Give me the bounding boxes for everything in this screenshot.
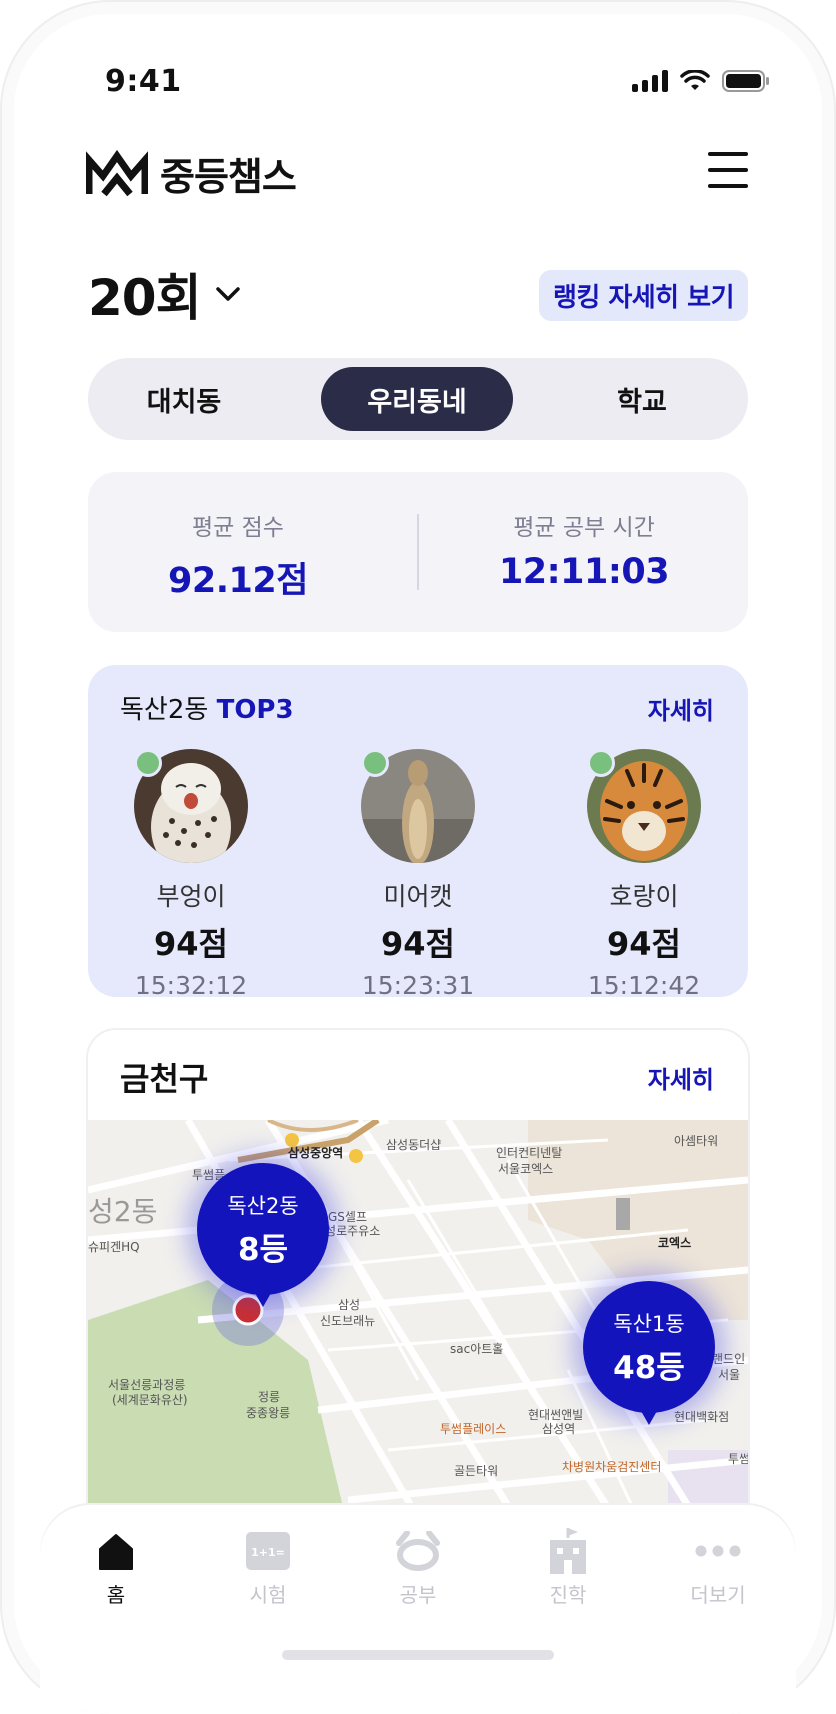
map-label: 코엑스 bbox=[658, 1236, 692, 1250]
ranker-3[interactable]: 호랑이 94점 15:12:42 bbox=[544, 749, 744, 1000]
map-label: 삼성동더샵 bbox=[386, 1138, 442, 1152]
district-pin-doksan1[interactable]: 독산1동 48등 bbox=[583, 1281, 715, 1425]
segment-daechi[interactable]: 대치동 bbox=[88, 367, 280, 431]
crown-icon bbox=[86, 149, 148, 196]
phone-screen: 9:41 중등챔스 20회 랭킹 자세히 보기 대치동 우리동네 학교 평균 점… bbox=[0, 0, 836, 1714]
avg-study-time: 평균 공부 시간 12:11:03 bbox=[434, 508, 734, 592]
map-label: 정릉 bbox=[258, 1390, 281, 1404]
map-label: 아셈타워 bbox=[674, 1134, 719, 1148]
ranker-name: 미어캣 bbox=[383, 882, 453, 911]
pin-rank: 8등 bbox=[237, 1231, 289, 1268]
district-more-link[interactable]: 자세히 bbox=[648, 1060, 714, 1095]
map-label: 중종왕릉 bbox=[246, 1406, 291, 1420]
home-icon bbox=[99, 1534, 133, 1570]
top3-more-link[interactable]: 자세히 bbox=[648, 691, 714, 726]
map-label: 성2동 bbox=[88, 1195, 158, 1228]
tab-label: 홈 bbox=[106, 1583, 126, 1607]
round-selector[interactable]: 20회 bbox=[88, 258, 241, 330]
tab-study[interactable]: 공부 bbox=[368, 1527, 468, 1608]
tab-home[interactable]: 홈 bbox=[66, 1527, 166, 1608]
avg-score-label: 평균 점수 bbox=[192, 515, 284, 541]
more-icon bbox=[695, 1545, 741, 1557]
home-indicator bbox=[282, 1650, 554, 1660]
ranker-name: 부엉이 bbox=[156, 882, 226, 911]
avg-score: 평균 점수 92.12점 bbox=[88, 508, 388, 603]
online-indicator bbox=[134, 749, 162, 777]
pin-name: 독산1동 bbox=[613, 1311, 685, 1336]
map-label: 현대백화점 bbox=[674, 1410, 730, 1424]
pin-name: 독산2동 bbox=[227, 1193, 299, 1218]
map-label: 랜드인 bbox=[712, 1352, 746, 1366]
signal-icon bbox=[632, 70, 668, 92]
round-label: 20회 bbox=[88, 269, 202, 327]
ranker-2[interactable]: 미어캣 94점 15:23:31 bbox=[318, 749, 518, 1000]
stats-divider bbox=[417, 514, 419, 590]
wifi-icon bbox=[680, 70, 710, 90]
segment-school[interactable]: 학교 bbox=[546, 367, 738, 431]
tab-more[interactable]: 더보기 bbox=[668, 1527, 768, 1608]
district-pin-doksan2[interactable]: 독산2동 8등 bbox=[197, 1163, 329, 1307]
pin-rank: 48등 bbox=[613, 1349, 685, 1386]
svg-text:1+1=: 1+1= bbox=[251, 1546, 285, 1559]
map-label: 슈피겐HQ bbox=[88, 1240, 140, 1254]
ranker-score: 94점 bbox=[154, 925, 228, 963]
map-label: 신도브래뉴 bbox=[320, 1314, 376, 1328]
map-label: 인터컨티넨탈 bbox=[496, 1146, 563, 1160]
ranker-name: 호랑이 bbox=[609, 882, 679, 911]
ranker-time: 15:32:12 bbox=[134, 971, 248, 1000]
tab-label: 더보기 bbox=[690, 1583, 746, 1607]
region-segment-control: 대치동 우리동네 학교 bbox=[88, 358, 748, 440]
district-map[interactable]: 삼성중앙역 삼성동더샵 인터컨티넨탈 서울코엑스 아셈타워 투썸플 성2동 GS… bbox=[88, 1120, 748, 1570]
map-label: 삼성역 bbox=[542, 1422, 576, 1436]
map-label: sac아트홀 bbox=[450, 1342, 504, 1356]
online-indicator bbox=[587, 749, 615, 777]
chevron-down-icon bbox=[215, 287, 240, 301]
tab-label: 공부 bbox=[399, 1583, 437, 1607]
map-label: 차병원차움검진센터 bbox=[562, 1460, 662, 1474]
menu-button[interactable] bbox=[708, 150, 748, 190]
map-label: 서울 bbox=[718, 1368, 741, 1382]
status-icons bbox=[632, 70, 770, 92]
map-label: 삼성 bbox=[338, 1298, 361, 1312]
ranker-score: 94점 bbox=[381, 925, 455, 963]
top3-area: 독산2동 bbox=[120, 695, 209, 725]
ranking-detail-button[interactable]: 랭킹 자세히 보기 bbox=[538, 270, 748, 321]
online-indicator bbox=[361, 749, 389, 777]
top3-card: 독산2동 TOP3 자세히 부엉이 94점 15:32:12 미어캣 94점 1… bbox=[88, 665, 748, 1000]
average-stats-card: 평균 점수 92.12점 평균 공부 시간 12:11:03 bbox=[88, 472, 748, 632]
avg-time-value: 12:11:03 bbox=[498, 552, 670, 592]
tab-admission[interactable]: 진학 bbox=[518, 1527, 618, 1608]
status-time: 9:41 bbox=[105, 64, 182, 99]
study-icon bbox=[396, 1531, 440, 1571]
school-icon bbox=[550, 1528, 586, 1574]
map-label: 투썸 bbox=[728, 1452, 748, 1466]
ranker-time: 15:23:31 bbox=[361, 971, 475, 1000]
bottom-tab-bar: 홈 1+1= 시험 공부 진학 더보기 bbox=[40, 1505, 796, 1714]
exam-icon: 1+1= bbox=[246, 1532, 290, 1570]
logo-text: 중등챔스 bbox=[160, 155, 297, 199]
map-label: 투썸플레이스 bbox=[440, 1422, 507, 1436]
avg-score-value: 92.12점 bbox=[168, 561, 308, 601]
ranker-1[interactable]: 부엉이 94점 15:32:12 bbox=[91, 749, 291, 1000]
map-label: 삼성중앙역 bbox=[288, 1146, 344, 1160]
district-map-card: 금천구 자세히 삼성중앙역 삼성동더샵 인터컨티넨탈 서울코엑스 아셈타워 투썸… bbox=[88, 1030, 748, 1570]
tab-label: 시험 bbox=[249, 1583, 287, 1607]
ranker-time: 15:12:42 bbox=[587, 971, 701, 1000]
top3-title: 독산2동 TOP3 bbox=[120, 689, 294, 726]
tab-exam[interactable]: 1+1= 시험 bbox=[218, 1527, 318, 1608]
top3-badge: TOP3 bbox=[216, 695, 294, 725]
map-label: 골든타워 bbox=[454, 1464, 499, 1478]
tab-label: 진학 bbox=[549, 1583, 587, 1607]
district-title: 금천구 bbox=[120, 1060, 209, 1098]
battery-icon bbox=[722, 70, 769, 92]
map-label: 서울코엑스 bbox=[498, 1162, 554, 1176]
ranker-score: 94점 bbox=[607, 925, 681, 963]
avg-time-label: 평균 공부 시간 bbox=[513, 515, 655, 541]
segment-our-neighborhood[interactable]: 우리동네 bbox=[321, 367, 513, 431]
map-label: (세계문화유산) bbox=[112, 1393, 188, 1407]
app-logo[interactable]: 중등챔스 bbox=[86, 146, 297, 201]
